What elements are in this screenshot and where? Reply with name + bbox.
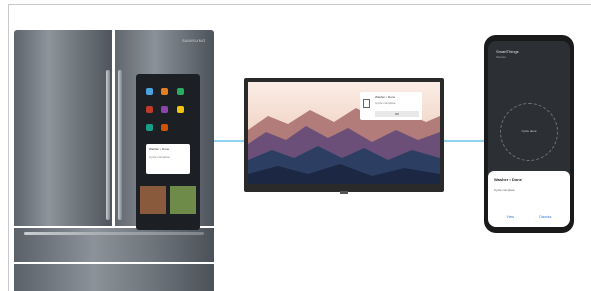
phone-app-subtitle: Washer bbox=[496, 55, 507, 59]
frame-line-left bbox=[8, 4, 9, 291]
connector-fridge-tv bbox=[214, 140, 244, 142]
tv-notification-message: Cycle complete bbox=[375, 101, 396, 105]
app-icon[interactable] bbox=[161, 88, 169, 95]
food-photo bbox=[140, 186, 166, 214]
phone-sheet-title: Washer • Done bbox=[494, 177, 522, 182]
fridge-lower-drawer bbox=[14, 264, 214, 291]
frame-line-top bbox=[8, 4, 591, 5]
washer-icon bbox=[363, 99, 370, 108]
app-icon[interactable] bbox=[146, 106, 153, 113]
phone-view-button[interactable]: View bbox=[507, 215, 515, 219]
phone-cycle-dial: Cycle done bbox=[500, 103, 558, 161]
tv-notification[interactable]: Washer • Done Cycle complete OK bbox=[360, 92, 422, 120]
app-icon[interactable] bbox=[176, 106, 184, 113]
family-hub-refrigerator: SAMSUNG Washer • Done Cycle complete bbox=[14, 30, 214, 291]
smartphone: SmartThings Washer Cycle done Washer • D… bbox=[484, 35, 574, 233]
tv-notification-ok-button[interactable]: OK bbox=[375, 111, 419, 117]
tv-stand bbox=[340, 191, 348, 194]
phone-sheet-actions: View Dismiss bbox=[494, 215, 564, 219]
fridge-brand: SAMSUNG bbox=[182, 38, 206, 43]
app-icon[interactable] bbox=[146, 124, 153, 131]
phone-notification-sheet[interactable]: Washer • Done Cycle complete View Dismis… bbox=[488, 171, 570, 227]
smart-tv: Washer • Done Cycle complete OK bbox=[244, 78, 444, 194]
fridge-app-grid bbox=[144, 84, 192, 138]
connector-tv-phone bbox=[444, 140, 484, 142]
fridge-left-handle bbox=[106, 70, 110, 220]
phone-dismiss-button[interactable]: Dismiss bbox=[539, 215, 551, 219]
phone-app-title: SmartThings bbox=[496, 49, 519, 54]
fridge-popup-line1: Washer • Done bbox=[149, 147, 170, 151]
fridge-notification-popup[interactable]: Washer • Done Cycle complete bbox=[146, 144, 190, 174]
fridge-drawer-handle bbox=[24, 232, 204, 235]
app-icon[interactable] bbox=[146, 88, 153, 95]
tv-notification-title: Washer • Done bbox=[375, 95, 396, 99]
app-icon[interactable] bbox=[161, 106, 169, 113]
food-photo bbox=[170, 186, 196, 214]
phone-dial-label: Cycle done bbox=[521, 129, 537, 133]
tv-display: Washer • Done Cycle complete OK bbox=[248, 82, 440, 184]
phone-screen[interactable]: SmartThings Washer Cycle done Washer • D… bbox=[488, 41, 570, 227]
app-icon[interactable] bbox=[176, 88, 184, 95]
fridge-right-handle bbox=[118, 70, 122, 220]
app-icon[interactable] bbox=[161, 124, 169, 131]
fridge-popup-line2: Cycle complete bbox=[149, 155, 170, 159]
fridge-family-hub-screen[interactable]: Washer • Done Cycle complete bbox=[136, 74, 200, 230]
fridge-left-door bbox=[14, 30, 112, 226]
phone-sheet-message: Cycle complete bbox=[494, 188, 515, 192]
